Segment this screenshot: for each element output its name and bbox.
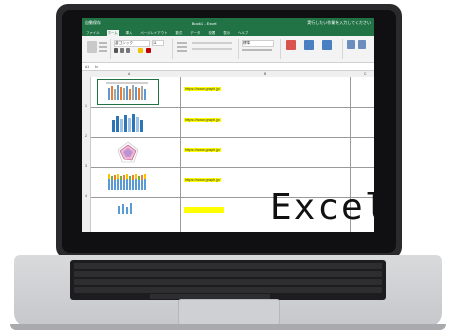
qwerty-key-row[interactable] [74, 279, 382, 285]
url-link-3[interactable]: https://www.graph.jp/ [184, 148, 222, 152]
url-highlight-partial [184, 207, 224, 213]
url-link-1[interactable]: https://www.graph.jp/ [184, 87, 222, 91]
column-header-c[interactable]: C [364, 72, 366, 76]
cell-styles-icon[interactable] [322, 40, 332, 50]
font-group: 游ゴシック 11 [112, 39, 173, 59]
row-header-5[interactable] [82, 197, 91, 232]
alignment-group [174, 39, 239, 59]
clipboard-group [84, 39, 111, 59]
styles-group [282, 39, 343, 59]
cells-group [344, 39, 372, 59]
paste-icon[interactable] [87, 41, 97, 53]
stacked-bar-chart-thumbnail-icon[interactable] [98, 170, 158, 194]
underline-icon[interactable] [126, 48, 130, 53]
blue-bar-chart-thumbnail-icon[interactable] [98, 111, 158, 135]
window-title: Book1 - Excel [191, 20, 217, 26]
number-key-row[interactable] [74, 271, 382, 277]
autosave-label[interactable]: 自動保存 [85, 20, 101, 26]
home-key-row[interactable] [74, 287, 382, 293]
function-key-row[interactable] [74, 263, 382, 269]
merge-center-button[interactable] [192, 48, 232, 50]
insert-cells-icon[interactable] [347, 40, 355, 49]
name-box[interactable]: A1 [85, 65, 89, 69]
keyboard [70, 260, 386, 300]
font-size-box[interactable]: 11 [152, 40, 164, 46]
excel-title-bar: 自動保存 Book1 - Excel 実行したい作業を入力してください [82, 18, 374, 28]
bar-chart-thumbnail-icon[interactable] [97, 79, 159, 105]
font-color-icon[interactable] [146, 48, 151, 53]
formula-bar: A1 fx [82, 63, 374, 71]
conditional-formatting-icon[interactable] [286, 40, 296, 50]
italic-icon[interactable] [120, 48, 124, 53]
bold-icon[interactable] [114, 48, 118, 53]
number-format-box[interactable]: 標準 [242, 40, 274, 47]
font-name-box[interactable]: 游ゴシック [114, 40, 150, 47]
search-box[interactable]: 実行したい作業を入力してください [307, 20, 371, 26]
column-header-b[interactable]: B [264, 72, 266, 76]
radar-chart-thumbnail-icon[interactable] [98, 140, 158, 164]
fill-color-icon[interactable] [138, 48, 143, 53]
url-link-4[interactable]: https://www.graph.jp/ [184, 178, 222, 182]
ribbon-tabs: ファイル ホーム 挿入 ページレイアウト 数式 データ 校閲 表示 ヘルプ [82, 28, 374, 36]
format-as-table-icon[interactable] [304, 40, 314, 50]
ribbon-body: 游ゴシック 11 標準 [82, 36, 374, 63]
column-header-a[interactable]: A [128, 72, 130, 76]
number-group: 標準 [240, 39, 281, 59]
wrap-text-button[interactable] [192, 42, 232, 44]
touchpad[interactable] [178, 299, 280, 325]
url-link-2[interactable]: https://www.graph.jp/ [184, 118, 222, 122]
fx-label: fx [95, 64, 98, 69]
excel-overlay-title: Excel [270, 187, 389, 228]
laptop-front-lip [10, 324, 446, 330]
partial-chart-thumbnail-icon[interactable] [98, 201, 158, 215]
delete-cells-icon[interactable] [358, 40, 366, 49]
